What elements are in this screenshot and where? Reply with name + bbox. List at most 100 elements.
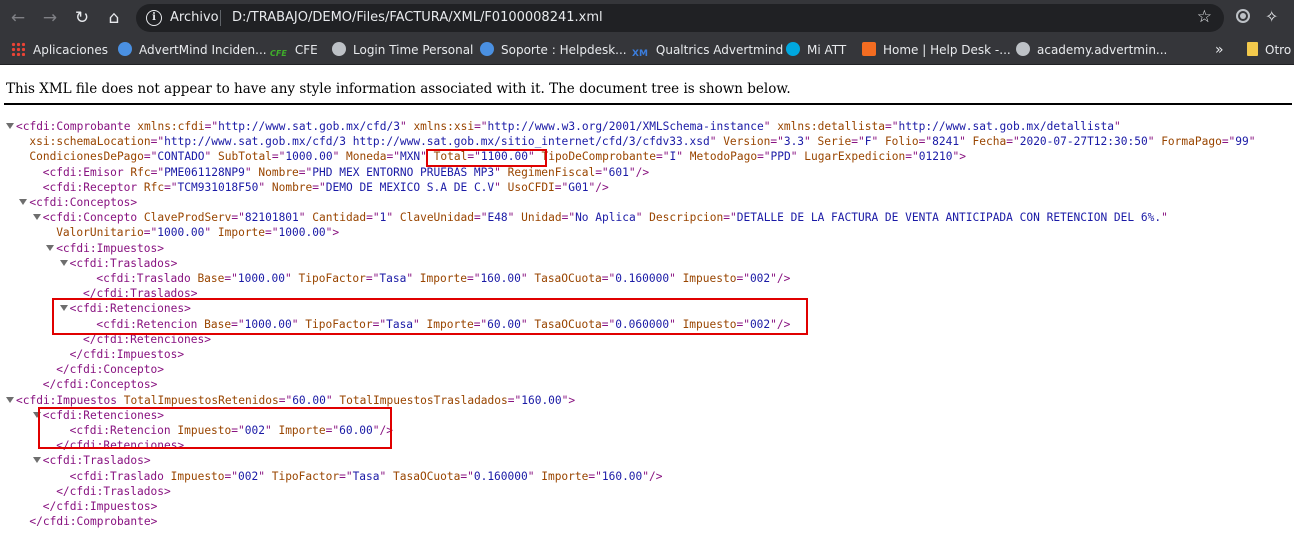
xml-attr-name: TipoFactor [271,469,340,483]
xml-line[interactable]: <cfdi:Traslados> [32,453,151,468]
xml-attr-name: Cantidad [312,211,367,225]
xml-line[interactable]: <cfdi:Impuestos TotalImpuestosRetenidos=… [6,393,575,408]
xml-tag: "/> [588,180,609,194]
bookmark-help-desk[interactable]: Home | Help Desk -... [862,41,1011,59]
xml-tag: "/> [770,272,791,285]
xml-tag: <cfdi:Concepto [42,211,144,225]
xml-line[interactable]: <cfdi:Comprobante xmlns:cfdi="http://www… [6,119,1121,134]
highlight-total [426,149,547,167]
xml-attr-name: Nombre [271,180,313,194]
xml-tag: =" [365,272,380,285]
bookmark-other[interactable]: Otro [1247,41,1291,59]
bookmark-star-icon[interactable]: ☆ [1197,7,1212,27]
collapse-triangle-icon[interactable] [46,244,55,251]
xml-tag: "> [561,393,576,407]
globe-icon [1016,42,1030,56]
xml-tag: =" [224,469,239,483]
xml-tag: =" [466,272,481,285]
xml-line[interactable]: <cfdi:Traslados> [59,256,178,271]
xml-tag: =" [143,226,158,240]
xml-attr-name: xmlns:detallista [777,120,885,133]
xml-tag: <cfdi:Receptor [42,180,144,194]
xml-attr-name: Rfc [143,180,165,194]
xml-tag: =" [851,135,865,149]
collapse-triangle-icon[interactable] [19,199,28,205]
xml-line[interactable]: <cfdi:Concepto ClaveProdServ="82101801" … [32,210,1168,225]
xml-tag: " [325,393,340,407]
xml-attr-name: Importe [419,272,467,285]
xml-attr-value: MXN [399,150,421,164]
xml-attr-name: MetodoPago [689,150,758,164]
xml-tag: =" [224,272,238,285]
xml-attr-value: Tasa [379,272,407,285]
xml-line: xsi:schemaLocation="http://www.sat.gob.m… [29,134,1255,149]
bookmark-label: Qualtrics Advertmind [655,43,784,57]
xml-attr-name: Moneda [346,150,387,164]
back-arrow-icon[interactable]: ← [5,5,31,31]
xml-attr-value: 99 [1235,135,1249,149]
url-text[interactable]: D:/TRABAJO/DEMO/Files/FACTURA/XML/F01000… [232,10,603,25]
xml-tag: =" [905,150,919,164]
xml-tag: <cfdi:Traslado [96,272,198,285]
xml-attr-value: G01 [568,180,589,194]
extension-circle-icon[interactable] [1236,9,1250,23]
xml-tag: " [676,150,690,164]
xml-tag: " [244,165,259,179]
xml-tag: " [1248,135,1256,149]
xml-tag: " [285,272,299,285]
xml-attr-name: Base [197,272,225,285]
collapse-triangle-icon[interactable] [32,214,41,221]
xml-tag: =" [1221,135,1236,149]
xml-tag: <cfdi:Impuestos [16,393,124,407]
home-icon[interactable]: ⌂ [101,5,127,31]
xml-tag: =" [339,469,353,483]
xml-attr-value: http://www.sat.gob.mx/cfd/3 [218,120,400,133]
xml-attr-name: Impuesto [170,469,225,483]
xml-tag: =" [271,150,286,164]
bookmark-qualtrics[interactable]: XM Qualtrics Advertmind [632,41,783,59]
reload-icon[interactable]: ↻ [69,5,95,31]
bookmark-login-time[interactable]: Login Time Personal [332,41,473,59]
xml-attr-value: E48 [487,211,508,225]
xml-attr-name: Importe [541,469,589,483]
xml-line: <cfdi:Traslado Impuesto="002" TipoFactor… [70,469,663,484]
info-icon[interactable]: i [146,10,162,26]
xml-line[interactable]: <cfdi:Impuestos> [46,241,164,256]
bookmark-soporte[interactable]: Soporte : Helpdesk... [480,41,627,59]
xml-tag: =" [723,211,737,225]
xml-tag: " [804,135,818,149]
bookmark-cfe[interactable]: CFE CFE [270,41,318,59]
bookmark-mi-att[interactable]: Mi ATT [786,41,846,59]
highlight-concepto-retenciones [52,298,808,335]
xml-attr-name: Folio [884,135,919,149]
apps-grid-icon [11,42,25,56]
xml-tag: " [669,272,683,285]
xml-attr-name: Serie [817,135,852,149]
collapse-triangle-icon[interactable] [59,259,68,266]
address-bar[interactable]: i Archivo D:/TRABAJO/DEMO/Files/FACTURA/… [136,4,1224,32]
bookmark-label: Soporte : Helpdesk... [501,43,627,57]
bookmark-overflow-chevron-icon[interactable]: » [1215,41,1224,59]
xml-tag: " [520,272,535,285]
bookmark-apps[interactable]: Aplicaciones [11,41,108,59]
forward-arrow-icon[interactable]: → [37,5,63,31]
xml-tag: =" [143,150,158,164]
collapse-triangle-icon[interactable] [32,457,41,464]
bookmark-advertmind[interactable]: AdvertMind Inciden... [118,41,267,59]
extensions-puzzle-icon[interactable]: ✧ [1265,7,1278,26]
xml-tag: =" [884,120,899,133]
collapse-triangle-icon[interactable] [6,396,14,403]
xml-tag: =" [770,135,784,149]
att-globe-icon [786,42,800,56]
xml-attr-value: 1000.00 [278,226,326,240]
xml-attr-value: http://www.sat.gob.mx/cfd/3 http://www.s… [164,135,710,149]
xml-tag: =" [366,211,380,225]
xml-tag: =" [918,135,933,149]
xml-attr-name: Fecha [972,135,1007,149]
xml-tag: <cfdi:Traslados> [69,256,178,270]
collapse-triangle-icon[interactable] [6,123,14,129]
xml-line[interactable]: <cfdi:Conceptos> [19,195,137,210]
bookmark-academy[interactable]: academy.advertmin... [1016,41,1167,59]
xml-tag: " [258,469,272,483]
xml-attr-name: ValorUnitario [56,226,144,240]
